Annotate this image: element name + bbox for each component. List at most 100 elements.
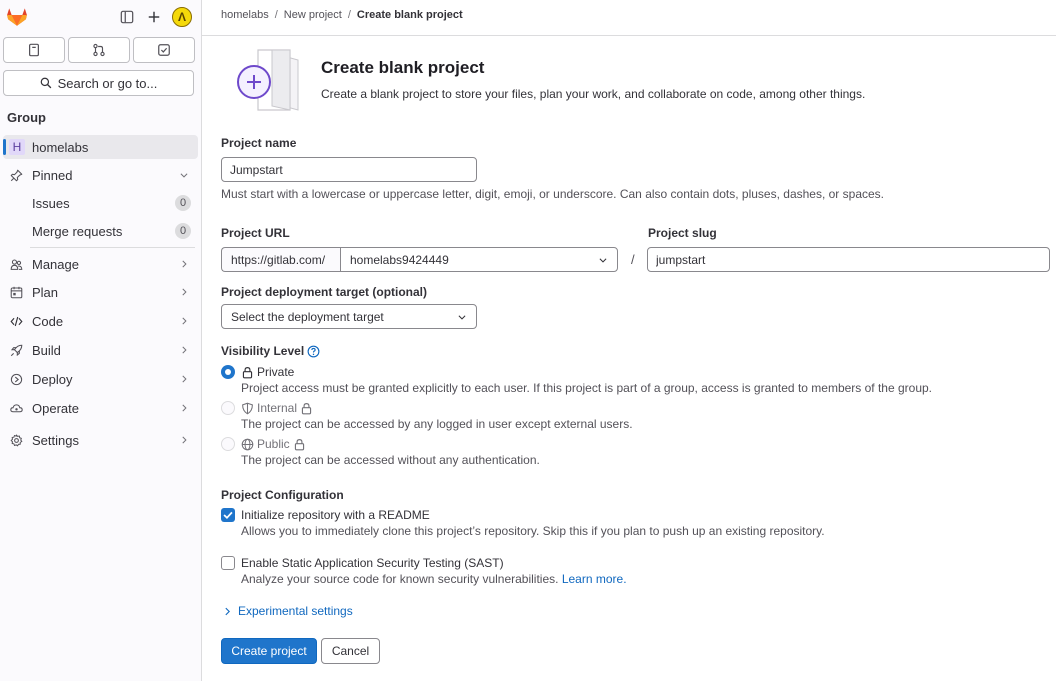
project-url-prefix: https://gitlab.com/ (221, 247, 340, 272)
readme-help: Allows you to immediately clone this pro… (241, 524, 825, 538)
breadcrumb-current[interactable]: Create blank project (357, 9, 463, 21)
blank-project-illustration (237, 49, 299, 111)
visibility-option-label: Public (257, 437, 290, 451)
merge-request-icon (93, 43, 105, 57)
visibility-public-help: The project can be accessed without any … (241, 453, 540, 467)
visibility-label-text: Visibility Level (221, 344, 305, 358)
question-circle-icon[interactable] (307, 345, 320, 358)
earth-icon (241, 438, 254, 450)
sidebar-item-manage[interactable]: Manage (3, 252, 198, 276)
cancel-button[interactable]: Cancel (321, 638, 380, 664)
search-button[interactable]: Search or go to... (3, 70, 194, 96)
chevron-right-icon (178, 258, 190, 270)
url-slug-separator: / (631, 252, 635, 267)
namespace-value: homelabs9424449 (350, 252, 449, 267)
issues-icon (29, 43, 39, 57)
assigned-issues-button[interactable] (3, 37, 65, 63)
sidebar-item-issues[interactable]: Issues 0 (3, 191, 198, 215)
users-icon (8, 256, 24, 272)
sidebar-item-pinned[interactable]: Pinned (3, 163, 198, 187)
sast-help: Analyze your source code for known secur… (241, 572, 627, 586)
breadcrumb-item[interactable]: New project (284, 9, 342, 21)
sidebar-item-label: Code (32, 313, 64, 329)
rocket-icon (8, 342, 24, 358)
gear-icon (8, 432, 24, 448)
project-name-input[interactable] (221, 157, 477, 182)
group-section-label: Group (7, 110, 46, 125)
create-project-button[interactable]: Create project (221, 638, 317, 664)
lock-icon (242, 366, 253, 378)
deployment-target-label: Project deployment target (optional) (221, 285, 428, 299)
create-new-icon[interactable] (144, 7, 164, 27)
breadcrumb-separator: / (347, 9, 351, 21)
issues-count-badge: 0 (175, 195, 191, 211)
chevron-down-icon (456, 311, 468, 323)
sidebar-item-label: Build (32, 342, 61, 358)
visibility-private-option[interactable]: Private (241, 365, 294, 379)
breadcrumb-separator: / (274, 9, 278, 21)
todo-list-button[interactable] (133, 37, 195, 63)
project-name-help: Must start with a lowercase or uppercase… (221, 187, 884, 201)
visibility-internal-radio[interactable] (221, 401, 235, 415)
planning-icon (8, 284, 24, 300)
sidebar-item-label: Issues (32, 195, 70, 211)
search-icon (40, 77, 51, 89)
namespace-dropdown[interactable]: homelabs9424449 (340, 247, 618, 272)
todo-icon (158, 44, 170, 56)
lock-icon (301, 402, 312, 414)
merge-requests-button[interactable] (68, 37, 130, 63)
sidebar-item-label: Pinned (32, 167, 73, 183)
visibility-option-label: Internal (257, 401, 298, 415)
visibility-internal-option[interactable]: Internal (241, 401, 313, 415)
visibility-private-radio[interactable] (221, 365, 235, 379)
main-content: homelabs / New project / Create blank pr… (202, 0, 1056, 681)
experimental-settings-toggle[interactable]: Experimental settings (223, 604, 353, 618)
sast-checkbox[interactable] (221, 556, 235, 570)
sidebar-top-bar: Λ (0, 0, 202, 34)
project-name-label: Project name (221, 136, 297, 150)
gitlab-logo-icon[interactable] (6, 6, 28, 28)
search-label: Search or go to... (57, 75, 158, 91)
learn-more-link[interactable]: Learn more. (562, 572, 627, 586)
page-title: Create blank project (321, 58, 485, 77)
check-icon (223, 511, 233, 520)
chevron-right-icon (178, 344, 190, 356)
visibility-public-radio[interactable] (221, 437, 235, 451)
visibility-public-option[interactable]: Public (241, 437, 306, 451)
sidebar-item-plan[interactable]: Plan (3, 280, 198, 304)
visibility-internal-help: The project can be accessed by any logge… (241, 417, 633, 431)
page-description: Create a blank project to store your fil… (321, 87, 866, 101)
sidebar-item-label: Deploy (32, 371, 73, 387)
readme-checkbox[interactable] (221, 508, 235, 522)
sidebar-item-label: Manage (32, 256, 79, 272)
project-configuration-label: Project Configuration (221, 488, 344, 502)
deployment-target-placeholder: Select the deployment target (231, 309, 384, 324)
sidebar-item-code[interactable]: Code (3, 309, 198, 333)
deploy-icon (8, 371, 24, 387)
project-slug-input[interactable] (647, 247, 1050, 272)
sidebar-item-deploy[interactable]: Deploy (3, 367, 198, 391)
sidebar-item-settings[interactable]: Settings (3, 428, 198, 452)
sidebar-item-label: Merge requests (32, 223, 123, 239)
thumbtack-icon (8, 167, 24, 183)
sidebar-item-label: Plan (32, 284, 59, 300)
sidebar-item-merge-requests[interactable]: Merge requests 0 (3, 219, 198, 243)
chevron-right-icon (178, 402, 190, 414)
sast-option-label[interactable]: Enable Static Application Security Testi… (241, 556, 504, 570)
deployment-target-dropdown[interactable]: Select the deployment target (221, 304, 477, 329)
breadcrumb-item[interactable]: homelabs (221, 9, 269, 21)
sidebar-item-operate[interactable]: Operate (3, 396, 198, 420)
experimental-settings-label: Experimental settings (238, 604, 353, 618)
project-url-label: Project URL (221, 226, 290, 240)
sast-help-text: Analyze your source code for known secur… (241, 572, 559, 586)
sidebar-toggle-icon[interactable] (117, 7, 137, 27)
user-avatar[interactable]: Λ (172, 7, 192, 27)
visibility-level-label: Visibility Level (221, 344, 320, 358)
sidebar-item-label: Settings (32, 432, 79, 448)
chevron-down-icon (178, 169, 190, 181)
readme-option-label[interactable]: Initialize repository with a README (241, 508, 430, 522)
sidebar-item-build[interactable]: Build (3, 338, 198, 362)
chevron-right-icon (178, 434, 190, 446)
sidebar-item-homelabs[interactable]: H homelabs (3, 135, 198, 159)
chevron-right-icon (225, 607, 230, 615)
